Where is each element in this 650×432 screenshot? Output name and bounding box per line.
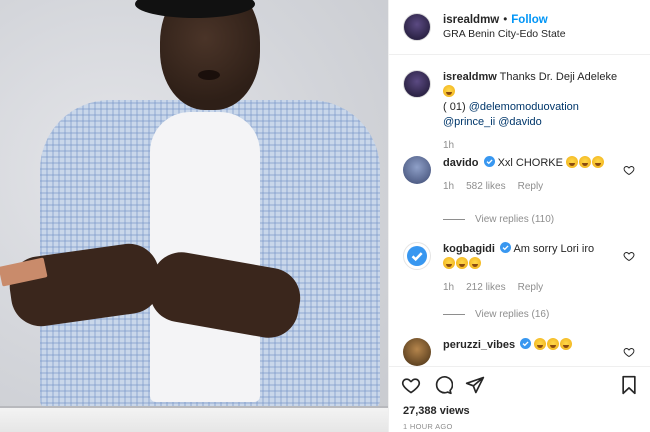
laughing-emoji-icon	[560, 338, 573, 350]
replies-divider	[443, 219, 465, 220]
laughing-emoji-icon	[592, 156, 605, 168]
commenter-username[interactable]: peruzzi_vibes	[443, 339, 515, 351]
caption-username[interactable]: isrealdmw	[443, 71, 497, 83]
verified-badge-icon	[407, 246, 427, 266]
mention-link[interactable]: @prince_ii	[443, 116, 495, 128]
caption-time: 1h	[443, 140, 455, 151]
author-avatar[interactable]	[403, 13, 431, 41]
video-floor-edge	[0, 406, 388, 432]
instagram-post-window: isrealdmw • Follow GRA Benin City-Edo St…	[0, 0, 650, 432]
view-replies-label[interactable]: View replies (110)	[475, 214, 554, 225]
comment-text: Xxl CHORKE	[497, 157, 563, 169]
separator-dot: •	[503, 14, 508, 26]
bookmark-icon[interactable]	[619, 375, 639, 395]
mention-link[interactable]: @davido	[498, 116, 542, 128]
view-count[interactable]: 27,388 views	[403, 405, 470, 417]
comment: kogbagidi Am sorry Lori iro 1h 212 likes…	[403, 242, 641, 295]
share-icon[interactable]	[465, 375, 485, 395]
author-meta: isrealdmw • Follow GRA Benin City-Edo St…	[443, 14, 566, 40]
commenter-avatar[interactable]	[403, 338, 431, 366]
laughing-emoji-icon	[547, 338, 560, 350]
post-video[interactable]	[0, 0, 388, 432]
post-side-panel: isrealdmw • Follow GRA Benin City-Edo St…	[388, 0, 650, 432]
commenter-username[interactable]: davido	[443, 157, 478, 169]
replies-divider	[443, 314, 465, 315]
mouth	[198, 70, 220, 80]
video-subject	[0, 0, 388, 432]
commenter-username[interactable]: kogbagidi	[443, 243, 495, 255]
like-heart-icon[interactable]	[623, 164, 635, 176]
caption: isrealdmw Thanks Dr. Deji Adeleke ( 01) …	[403, 70, 641, 153]
post-header: isrealdmw • Follow GRA Benin City-Edo St…	[389, 0, 650, 55]
comments-list[interactable]: isrealdmw Thanks Dr. Deji Adeleke ( 01) …	[389, 56, 650, 366]
follow-button[interactable]: Follow	[511, 14, 547, 26]
comment: peruzzi_vibes	[403, 338, 641, 366]
caption-avatar[interactable]	[403, 70, 431, 98]
comment-time: 1h	[443, 181, 455, 192]
comment-likes[interactable]: 212 likes	[466, 280, 505, 295]
comment-likes[interactable]: 582 likes	[466, 179, 505, 194]
verified-icon	[500, 242, 512, 253]
verified-icon	[520, 338, 532, 349]
comment: davido Xxl CHORKE 1h 582 likes Reply	[403, 156, 641, 194]
like-heart-icon[interactable]	[623, 250, 635, 262]
view-replies-label[interactable]: View replies (16)	[475, 309, 549, 320]
reply-button[interactable]: Reply	[518, 179, 544, 194]
post-location[interactable]: GRA Benin City-Edo State	[443, 28, 566, 40]
heart-icon[interactable]	[401, 375, 421, 395]
view-replies[interactable]: View replies (110)	[443, 214, 554, 225]
post-actions: 27,388 views 1 HOUR AGO	[389, 366, 650, 432]
scream-emoji-icon	[443, 85, 455, 97]
comment-text: Am sorry Lori iro	[513, 243, 595, 255]
mention-link[interactable]: @delemomoduovation	[469, 101, 579, 113]
view-replies[interactable]: View replies (16)	[443, 309, 549, 320]
like-heart-icon[interactable]	[623, 346, 635, 358]
verified-icon	[483, 156, 495, 167]
commenter-avatar[interactable]	[403, 156, 431, 184]
caption-text-mid: ( 01)	[443, 101, 466, 113]
laughing-emoji-icon	[566, 156, 579, 168]
comment-time: 1h	[443, 282, 455, 293]
author-username[interactable]: isrealdmw	[443, 14, 499, 26]
comment-icon[interactable]	[433, 375, 453, 395]
laughing-emoji-icon	[579, 156, 592, 168]
reply-button[interactable]: Reply	[518, 280, 544, 295]
laughing-emoji-icon	[534, 338, 547, 350]
laughing-emoji-icon	[456, 257, 468, 269]
commenter-avatar[interactable]	[403, 242, 431, 270]
post-timestamp[interactable]: 1 HOUR AGO	[403, 422, 453, 431]
laughing-emoji-icon	[469, 257, 481, 269]
laughing-emoji-icon	[443, 257, 455, 269]
caption-text: Thanks Dr. Deji Adeleke	[499, 71, 618, 83]
